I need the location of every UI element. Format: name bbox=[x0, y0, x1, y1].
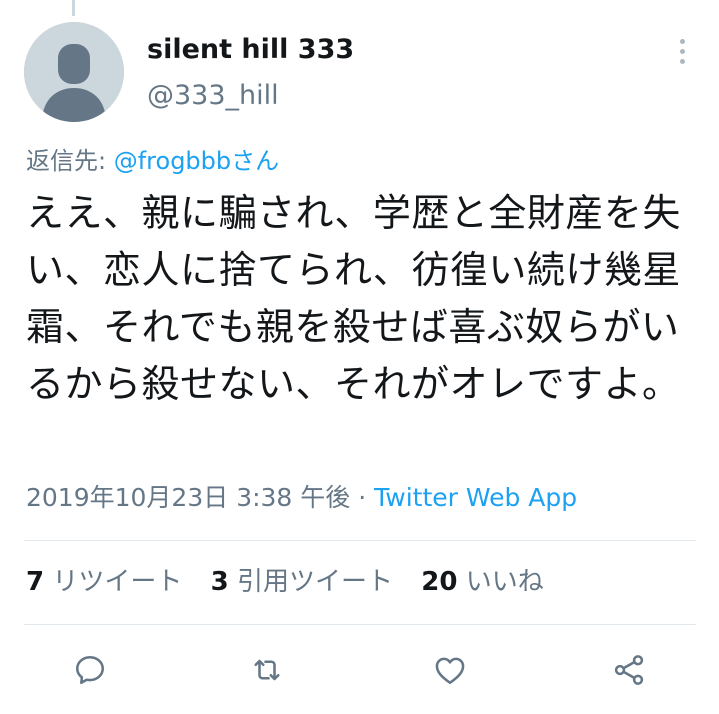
reply-to-label: 返信先: bbox=[26, 147, 114, 175]
display-name[interactable]: silent hill 333 bbox=[147, 32, 354, 68]
quotes-stat[interactable]: 3 引用ツイート bbox=[211, 567, 393, 597]
tweet-meta: 2019年10月23日 3:38 午後 · Twitter Web App bbox=[26, 480, 577, 516]
retweet-icon bbox=[254, 659, 280, 681]
meta-separator: · bbox=[350, 483, 375, 512]
retweets-stat[interactable]: 7 リツイート bbox=[26, 567, 182, 597]
likes-stat[interactable]: 20 いいね bbox=[421, 567, 543, 597]
like-button[interactable] bbox=[430, 650, 470, 690]
action-bar bbox=[0, 640, 719, 700]
more-options-icon[interactable] bbox=[668, 34, 696, 68]
retweets-count: 7 bbox=[26, 567, 45, 597]
thread-connector-line bbox=[72, 0, 75, 16]
divider-bottom bbox=[24, 624, 696, 625]
likes-label: いいね bbox=[465, 567, 544, 597]
reply-to-line: 返信先: @frogbbbさん bbox=[26, 144, 279, 178]
share-icon bbox=[614, 655, 644, 685]
tweet-text: ええ、親に騙され、学歴と全財産を失い、恋人に捨てられ、彷徨い続け幾星霜、それでも… bbox=[26, 191, 681, 406]
share-button[interactable] bbox=[609, 650, 649, 690]
quotes-count: 3 bbox=[210, 567, 229, 597]
like-icon bbox=[435, 657, 465, 685]
likes-count: 20 bbox=[421, 567, 458, 597]
divider-top bbox=[24, 540, 696, 541]
avatar[interactable] bbox=[24, 22, 124, 122]
retweet-button[interactable] bbox=[247, 650, 287, 690]
retweets-label: リツイート bbox=[52, 567, 183, 597]
user-handle[interactable]: @333_hill bbox=[147, 78, 279, 114]
tweet-timestamp[interactable]: 2019年10月23日 3:38 午後 bbox=[26, 483, 350, 512]
tweet-stats: 7 リツイート 3 引用ツイート 20 いいね bbox=[26, 564, 564, 600]
reply-mention-link[interactable]: @frogbbbさん bbox=[114, 147, 279, 175]
quotes-label: 引用ツイート bbox=[237, 567, 394, 597]
reply-button[interactable] bbox=[70, 650, 110, 690]
default-profile-icon bbox=[24, 22, 124, 122]
reply-icon bbox=[75, 655, 105, 685]
tweet-source-link[interactable]: Twitter Web App bbox=[374, 483, 577, 512]
